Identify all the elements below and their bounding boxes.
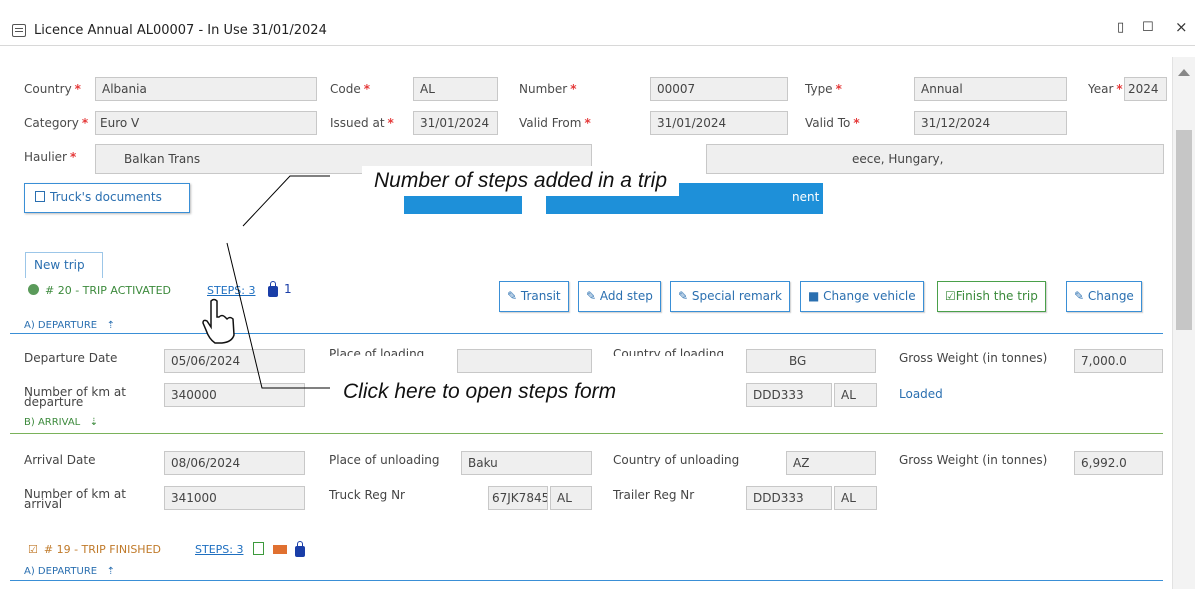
- callout-bottom-leader-line: [226, 242, 330, 389]
- hand-cursor-icon: [202, 298, 235, 344]
- callout-top-leader-line: [242, 175, 330, 227]
- annotation-lines: [226, 175, 330, 389]
